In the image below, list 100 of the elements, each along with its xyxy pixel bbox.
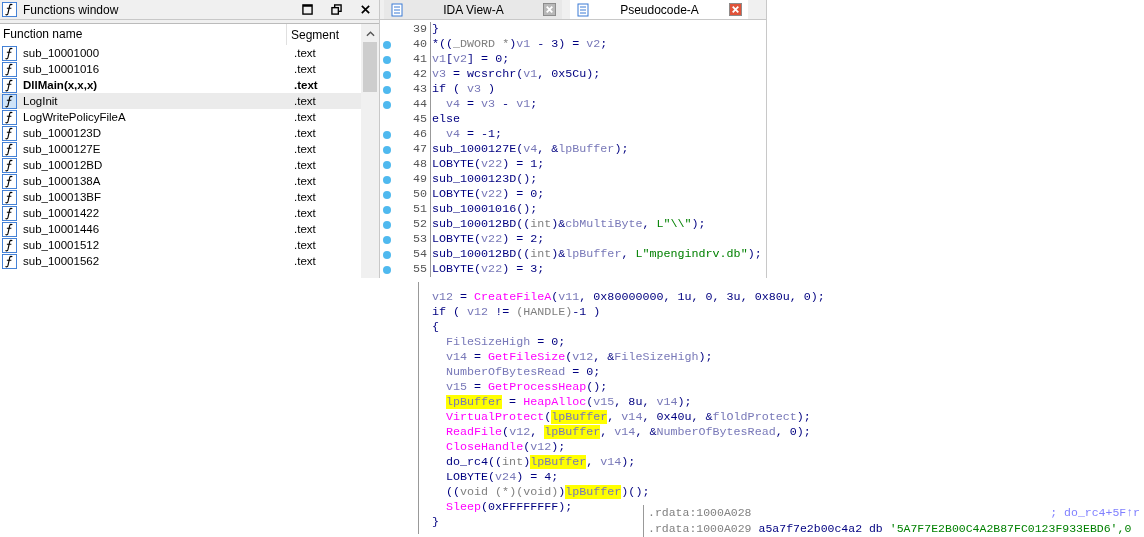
code-line: sub_100012BD((int)&cbMultiByte, L"\\");	[431, 217, 706, 232]
segment-cell: .text	[294, 63, 316, 75]
restore-icon[interactable]	[331, 4, 342, 15]
data-definition: a5a7f7e2b00c4a2 db '5A7F7E2B00C4A2B87FC0123F933EBD6',0	[758, 521, 1132, 537]
close-icon[interactable]	[360, 4, 371, 15]
segment-cell: .text	[294, 79, 318, 91]
line-number: 44	[411, 97, 428, 112]
document-icon	[390, 2, 404, 17]
function-name: LogWritePolicyFileA	[23, 111, 127, 123]
line-number: 40	[411, 37, 428, 52]
code-line: }	[432, 515, 439, 530]
code-line: {	[432, 320, 439, 335]
line-number: 48	[411, 157, 428, 172]
code-line: CloseHandle(v12);	[446, 440, 566, 455]
panel-title: Functions window	[23, 2, 119, 17]
function-name: sub_100012BD	[23, 159, 104, 171]
code-line: else	[431, 112, 461, 127]
line-number: 47	[411, 142, 428, 157]
code-line: Sleep(0xFFFFFFFF);	[446, 500, 573, 515]
segment-cell: .text	[294, 223, 316, 235]
code-line: sub_100012BD((int)&lpBuffer, L"mpengindrv.db");	[431, 247, 762, 262]
segment-cell: .text	[294, 255, 316, 267]
code-line: LOBYTE(v22) = 3;	[431, 262, 545, 277]
code-line: v15 = GetProcessHeap();	[446, 380, 608, 395]
line-number: 42	[411, 67, 428, 82]
maximize-icon[interactable]	[302, 4, 313, 15]
function-row[interactable]: LogWritePolicyFileA .text	[0, 109, 361, 125]
code-line: LOBYTE(v22) = 2;	[431, 232, 545, 247]
function-name: sub_10001446	[23, 223, 101, 235]
line-number: 43	[411, 82, 428, 97]
code-line: sub_1000123D();	[431, 172, 538, 187]
code-line: v14 = GetFileSize(v12, &FileSizeHigh);	[446, 350, 713, 365]
segment-cell: .text	[294, 239, 316, 251]
function-name: LogInit	[23, 95, 59, 107]
function-row[interactable]: sub_1000123D .text	[0, 125, 361, 141]
code-line: ReadFile(v12, lpBuffer, v14, &NumberOfBytesRead, 0);	[446, 425, 811, 440]
tab[interactable]: IDA View-A	[384, 0, 562, 19]
code-line: if ( v3 )	[431, 82, 496, 97]
code-line: NumberOfBytesRead = 0;	[446, 365, 601, 380]
segment-cell: .text	[294, 143, 316, 155]
line-number: 46	[411, 127, 428, 142]
function-name: sub_1000123D	[23, 127, 102, 139]
function-name: sub_1000138A	[23, 175, 102, 187]
function-row[interactable]: sub_100012BD .text	[0, 157, 361, 173]
function-name: sub_1000127E	[23, 143, 102, 155]
code-line: LOBYTE(v22) = 0;	[431, 187, 545, 202]
line-number: 51	[411, 202, 428, 217]
function-name: DllMain(x,x,x)	[23, 79, 99, 91]
line-number: 53	[411, 232, 428, 247]
scroll-up-icon[interactable]	[365, 31, 375, 37]
column-header[interactable]: Segment	[287, 27, 340, 42]
function-row[interactable]: sub_10001512 .text	[0, 237, 361, 253]
line-number: 45	[411, 112, 428, 127]
function-row[interactable]: sub_10001016 .text	[0, 61, 361, 77]
code-line: LOBYTE(v24) = 4;	[446, 470, 559, 485]
line-number: 39	[411, 22, 428, 37]
function-icon	[2, 2, 17, 17]
code-line: FileSizeHigh = 0;	[446, 335, 566, 350]
line-number: 49	[411, 172, 428, 187]
code-line: v1[v2] = 0;	[431, 52, 510, 67]
code-line: v3 = wcsrchr(v1, 0x5Cu);	[431, 67, 601, 82]
line-number: 55	[411, 262, 428, 277]
function-name: sub_10001512	[23, 239, 101, 251]
line-number: 54	[411, 247, 428, 262]
code-line: v4 = v3 - v1;	[445, 97, 538, 112]
address-label: .rdata:1000A029	[648, 521, 752, 537]
function-row[interactable]: sub_100013BF .text	[0, 189, 361, 205]
function-row[interactable]: sub_10001446 .text	[0, 221, 361, 237]
function-name: sub_100013BF	[23, 191, 102, 203]
code-line: sub_1000127E(v4, &lpBuffer);	[431, 142, 629, 157]
code-line: }	[431, 22, 439, 37]
segment-cell: .text	[294, 95, 316, 107]
segment-cell: .text	[294, 127, 316, 139]
tab[interactable]: Pseudocode-A	[570, 0, 748, 19]
scrollbar-thumb[interactable]	[363, 42, 377, 92]
function-row[interactable]: sub_10001000 .text	[0, 45, 361, 61]
scrollbar[interactable]	[361, 24, 379, 278]
segment-cell: .text	[294, 159, 316, 171]
code-line: if ( v12 != (HANDLE)-1 )	[432, 305, 601, 320]
function-row[interactable]: sub_1000127E .text	[0, 141, 361, 157]
code-line: VirtualProtect(lpBuffer, v14, 0x40u, &flOldProtect);	[446, 410, 811, 425]
function-row[interactable]: sub_10001422 .text	[0, 205, 361, 221]
line-number: 52	[411, 217, 428, 232]
function-name: sub_10001562	[23, 255, 101, 267]
code-line: do_rc4((int)lpBuffer, v14);	[446, 455, 636, 470]
document-icon	[576, 2, 590, 17]
address-label: .rdata:1000A028	[648, 505, 752, 521]
code-line: LOBYTE(v22) = 1;	[431, 157, 545, 172]
function-name: sub_10001000	[23, 47, 101, 59]
segment-cell: .text	[294, 111, 316, 123]
function-row[interactable]: DllMain(x,x,x) .text	[0, 77, 361, 93]
function-row[interactable]: sub_10001562 .text	[0, 253, 361, 269]
segment-cell: .text	[294, 175, 316, 187]
function-row[interactable]: LogInit .text	[0, 93, 361, 109]
code-line: v12 = CreateFileA(v11, 0x80000000, 1u, 0, 3u, 0x80u, 0);	[432, 290, 825, 305]
segment-cell: .text	[294, 47, 316, 59]
function-icon	[2, 93, 17, 109]
column-header[interactable]: Function name	[0, 24, 287, 45]
function-row[interactable]: sub_1000138A .text	[0, 173, 361, 189]
code-line: *((_DWORD *)v1 - 3) = v2;	[431, 37, 608, 52]
